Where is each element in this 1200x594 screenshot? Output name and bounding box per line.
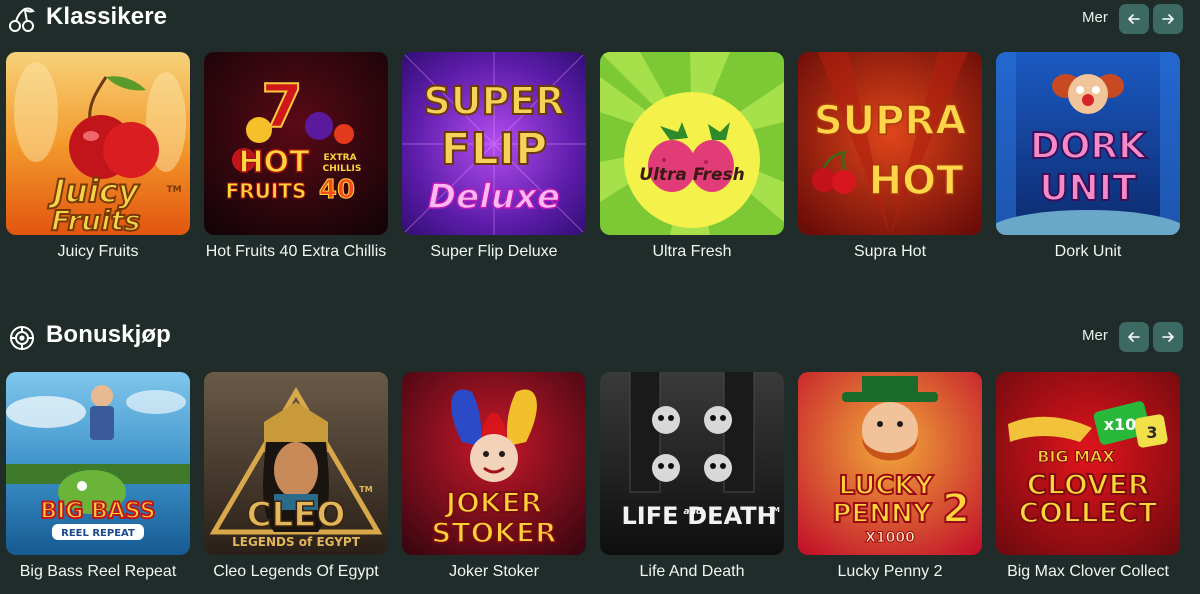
game-tile-super-flip-deluxe[interactable]: SUPER FLIP Deluxe Super Flip Deluxe <box>402 52 586 261</box>
game-title[interactable]: Life And Death <box>600 563 784 581</box>
arrow-left-icon <box>1128 332 1140 342</box>
section-title: Bonuskjøp <box>46 321 171 348</box>
game-thumbnail[interactable]: SUPRA HOT <box>798 52 982 235</box>
art-title: CLEO <box>247 495 346 535</box>
game-title[interactable]: Juicy Fruits <box>6 243 190 261</box>
art-subtitle: FLIP <box>441 124 548 175</box>
game-thumbnail[interactable]: DORK UNIT <box>996 52 1180 235</box>
art-subtitle: COLLECT <box>1019 496 1158 529</box>
game-title[interactable]: Lucky Penny 2 <box>798 563 982 581</box>
game-tile-cleo-legends-of-egypt[interactable]: CLEO TM LEGENDS of EGYPT Cleo Legends Of… <box>204 372 388 581</box>
prev-button[interactable] <box>1119 322 1149 352</box>
art-brand: BIG MAX <box>1037 447 1115 466</box>
section-header: Bonuskjøp Mer <box>0 318 1200 358</box>
game-thumbnail[interactable]: Ultra Fresh <box>600 52 784 235</box>
arrow-left-icon <box>1128 14 1140 24</box>
game-tile-juicy-fruits[interactable]: Juicy Fruits TM Juicy Fruits <box>6 52 190 261</box>
game-thumbnail[interactable]: LIFE and DEATH TM <box>600 372 784 555</box>
game-title[interactable]: Ultra Fresh <box>600 243 784 261</box>
art-subtitle: PENNY <box>832 499 932 529</box>
game-tile-lucky-penny-2[interactable]: LUCKY PENNY 2 X1000 Lucky Penny 2 <box>798 372 982 581</box>
art-title: SUPRA <box>814 98 966 144</box>
target-icon <box>8 324 36 352</box>
art-title: BIG BASS <box>40 499 155 524</box>
art-title: LIFE <box>621 502 678 530</box>
art-subtitle: REEL REPEAT <box>61 528 135 539</box>
game-title[interactable]: Supra Hot <box>798 243 982 261</box>
art-extra: EXTRA <box>323 153 356 163</box>
art-multiplier: x10 <box>1104 415 1137 434</box>
game-tile-hot-fruits-40[interactable]: 7 HOT EXTRA CHILLIS FRUITS 40 Hot Fruits… <box>204 52 388 261</box>
art-title: Ultra Fresh <box>639 165 744 185</box>
art-number: 40 <box>319 175 355 205</box>
game-thumbnail[interactable]: LUCKY PENNY 2 X1000 <box>798 372 982 555</box>
art-multiplier: X1000 <box>865 530 915 546</box>
game-thumbnail[interactable]: SUPER FLIP Deluxe <box>402 52 586 235</box>
section-title: Klassikere <box>46 3 168 30</box>
art-trademark: TM <box>359 485 372 494</box>
game-title[interactable]: Hot Fruits 40 Extra Chillis <box>204 243 388 261</box>
art-subtitle: HOT <box>869 158 964 204</box>
game-title[interactable]: Cleo Legends Of Egypt <box>204 563 388 581</box>
game-title[interactable]: Big Max Clover Collect <box>996 563 1180 581</box>
prev-button[interactable] <box>1119 4 1149 34</box>
art-title: HOT <box>238 145 310 180</box>
art-trademark: TM <box>768 506 780 514</box>
game-tile-big-bass-reel-repeat[interactable]: BIG BASS REEL REPEAT Big Bass Reel Repea… <box>6 372 190 581</box>
game-thumbnail[interactable]: Juicy Fruits TM <box>6 52 190 235</box>
art-title: DORK <box>1030 126 1147 167</box>
game-title[interactable]: Big Bass Reel Repeat <box>6 563 190 581</box>
arrow-right-icon <box>1162 332 1174 342</box>
art-subtitle: UNIT <box>1039 168 1137 209</box>
art-title: JOKER <box>444 486 543 519</box>
more-link[interactable]: Mer <box>1082 9 1108 26</box>
art-trademark: TM <box>166 185 181 195</box>
game-thumbnail[interactable]: CLEO TM LEGENDS of EGYPT <box>204 372 388 555</box>
game-tile-big-max-clover-collect[interactable]: x10 3 BIG MAX CLOVER COLLECT Big Max Clo… <box>996 372 1180 581</box>
art-number: 2 <box>942 486 970 532</box>
game-tile-life-and-death[interactable]: LIFE and DEATH TM Life And Death <box>600 372 784 581</box>
art-subtitle: STOKER <box>431 516 556 549</box>
art-fruits: FRUITS <box>226 179 307 203</box>
art-subtitle: LEGENDS of EGYPT <box>232 535 361 549</box>
art-chillis: CHILLIS <box>323 164 362 174</box>
game-title[interactable]: Super Flip Deluxe <box>402 243 586 261</box>
next-button[interactable] <box>1153 4 1183 34</box>
section-header: Klassikere Mer <box>0 0 1200 40</box>
art-title: LUCKY <box>839 471 935 501</box>
game-tile-supra-hot[interactable]: SUPRA HOT Supra Hot <box>798 52 982 261</box>
game-tile-ultra-fresh[interactable]: Ultra Fresh Ultra Fresh <box>600 52 784 261</box>
more-link[interactable]: Mer <box>1082 327 1108 344</box>
cherries-icon <box>8 6 36 34</box>
art-count: 3 <box>1146 423 1157 442</box>
game-thumbnail[interactable]: BIG BASS REEL REPEAT <box>6 372 190 555</box>
game-title[interactable]: Joker Stoker <box>402 563 586 581</box>
game-thumbnail[interactable]: 7 HOT EXTRA CHILLIS FRUITS 40 <box>204 52 388 235</box>
arrow-right-icon <box>1162 14 1174 24</box>
art-subtitle: DEATH <box>687 502 776 530</box>
section-klassikere: Klassikere Mer Juicy Fruits TM Juicy Fru… <box>0 0 1200 260</box>
game-tile-joker-stoker[interactable]: JOKER STOKER Joker Stoker <box>402 372 586 581</box>
game-tile-dork-unit[interactable]: DORK UNIT Dork Unit <box>996 52 1180 261</box>
game-title[interactable]: Dork Unit <box>996 243 1180 261</box>
next-button[interactable] <box>1153 322 1183 352</box>
art-subtitle: Fruits <box>51 204 140 235</box>
art-title: SUPER <box>423 79 564 123</box>
game-thumbnail[interactable]: JOKER STOKER <box>402 372 586 555</box>
art-deluxe: Deluxe <box>428 177 560 217</box>
game-thumbnail[interactable]: x10 3 BIG MAX CLOVER COLLECT <box>996 372 1180 555</box>
section-bonuskjop: Bonuskjøp Mer BIG BASS REEL REPEAT Big B… <box>0 318 1200 580</box>
